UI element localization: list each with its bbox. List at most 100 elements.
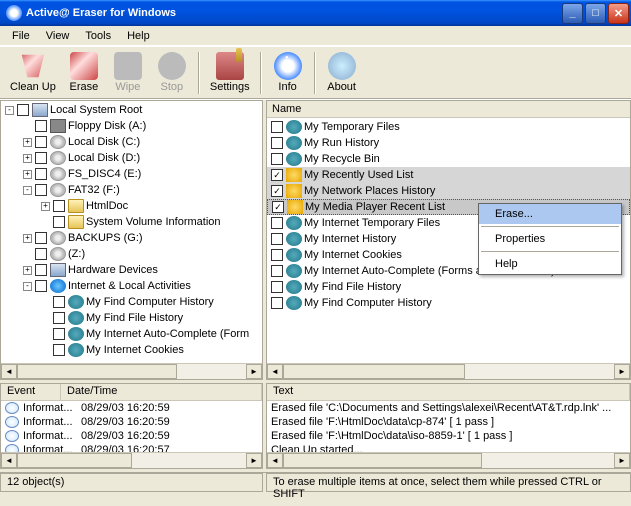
scrollbar-horizontal[interactable]: ◄► bbox=[267, 452, 630, 468]
log-row[interactable]: Erased file 'F:\HtmlDoc\data\iso-8859-1'… bbox=[267, 429, 630, 443]
expand-toggle[interactable]: + bbox=[23, 154, 32, 163]
log-row[interactable]: Informat...08/29/03 16:20:59 bbox=[1, 429, 262, 443]
log-left-list[interactable]: Informat...08/29/03 16:20:59Informat...0… bbox=[1, 401, 262, 452]
separator bbox=[260, 52, 262, 94]
tree-node[interactable]: My Find Computer History bbox=[1, 294, 262, 310]
about-button[interactable]: About bbox=[320, 50, 364, 95]
maximize-button[interactable]: □ bbox=[585, 3, 606, 24]
log-row[interactable]: Clean Up started... bbox=[267, 443, 630, 452]
expand-toggle[interactable]: + bbox=[23, 266, 32, 275]
checkbox[interactable] bbox=[53, 312, 65, 324]
checkbox[interactable] bbox=[53, 216, 65, 228]
checkbox[interactable] bbox=[35, 264, 47, 276]
cleanup-button[interactable]: Clean Up bbox=[4, 50, 62, 95]
checkbox[interactable] bbox=[35, 136, 47, 148]
list-row[interactable]: My Run History bbox=[267, 135, 630, 151]
log-row[interactable]: Informat...08/29/03 16:20:57 bbox=[1, 443, 262, 452]
tree-node[interactable]: +Local Disk (C:) bbox=[1, 134, 262, 150]
info-button[interactable]: Info bbox=[266, 50, 310, 95]
expand-toggle[interactable]: + bbox=[23, 234, 32, 243]
checkbox[interactable] bbox=[35, 248, 47, 260]
checkbox[interactable] bbox=[271, 169, 283, 181]
expand-toggle[interactable]: + bbox=[23, 170, 32, 179]
erase-button[interactable]: Erase bbox=[62, 50, 106, 95]
list-row[interactable]: My Network Places History bbox=[267, 183, 630, 199]
list-row[interactable]: My Find File History bbox=[267, 279, 630, 295]
minimize-button[interactable]: _ bbox=[562, 3, 583, 24]
tree-node[interactable]: My Find File History bbox=[1, 310, 262, 326]
log-header-text[interactable]: Text bbox=[267, 384, 630, 400]
checkbox[interactable] bbox=[17, 104, 29, 116]
checkbox[interactable] bbox=[35, 168, 47, 180]
tree-node[interactable]: System Volume Information bbox=[1, 214, 262, 230]
scrollbar-horizontal[interactable]: ◄► bbox=[267, 363, 630, 379]
checkbox[interactable] bbox=[271, 153, 283, 165]
checkbox[interactable] bbox=[53, 344, 65, 356]
separator bbox=[481, 251, 619, 252]
tree-node[interactable]: +FS_DISC4 (E:) bbox=[1, 166, 262, 182]
checkbox[interactable] bbox=[35, 280, 47, 292]
tree-node[interactable]: +Local Disk (D:) bbox=[1, 150, 262, 166]
log-text: Clean Up started... bbox=[271, 444, 363, 452]
scrollbar-horizontal[interactable]: ◄► bbox=[1, 452, 262, 468]
stop-button[interactable]: Stop bbox=[150, 50, 194, 95]
log-header-event[interactable]: Event bbox=[1, 384, 61, 400]
list-row[interactable]: My Find Computer History bbox=[267, 295, 630, 311]
tree-node[interactable]: -Internet & Local Activities bbox=[1, 278, 262, 294]
checkbox[interactable] bbox=[35, 232, 47, 244]
log-row[interactable]: Erased file 'F:\HtmlDoc\data\cp-874' [ 1… bbox=[267, 415, 630, 429]
tree-node[interactable]: My Internet Cookies bbox=[1, 342, 262, 358]
checkbox[interactable] bbox=[271, 217, 283, 229]
log-header-datetime[interactable]: Date/Time bbox=[61, 384, 262, 400]
expand-toggle[interactable]: - bbox=[23, 282, 32, 291]
tree-node[interactable]: -Local System Root bbox=[1, 102, 262, 118]
wipe-button[interactable]: Wipe bbox=[106, 50, 150, 95]
expand-toggle[interactable]: - bbox=[5, 106, 14, 115]
tree-node[interactable]: Floppy Disk (A:) bbox=[1, 118, 262, 134]
scrollbar-horizontal[interactable]: ◄► bbox=[1, 363, 262, 379]
tree-node[interactable]: My Internet Auto-Complete (Form bbox=[1, 326, 262, 342]
checkbox[interactable] bbox=[272, 201, 284, 213]
tree-node[interactable]: +BACKUPS (G:) bbox=[1, 230, 262, 246]
expand-toggle[interactable]: + bbox=[23, 138, 32, 147]
checkbox[interactable] bbox=[271, 265, 283, 277]
checkbox[interactable] bbox=[271, 185, 283, 197]
menu-tools[interactable]: Tools bbox=[77, 28, 119, 44]
log-row[interactable]: Erased file 'C:\Documents and Settings\a… bbox=[267, 401, 630, 415]
checkbox[interactable] bbox=[53, 328, 65, 340]
expand-toggle[interactable]: - bbox=[23, 186, 32, 195]
close-button[interactable]: ✕ bbox=[608, 3, 629, 24]
menu-view[interactable]: View bbox=[38, 28, 78, 44]
log-row[interactable]: Informat...08/29/03 16:20:59 bbox=[1, 415, 262, 429]
tree-node[interactable]: +HtmlDoc bbox=[1, 198, 262, 214]
checkbox[interactable] bbox=[53, 200, 65, 212]
checkbox[interactable] bbox=[271, 121, 283, 133]
checkbox[interactable] bbox=[271, 281, 283, 293]
tree-node[interactable]: -FAT32 (F:) bbox=[1, 182, 262, 198]
menu-file[interactable]: File bbox=[4, 28, 38, 44]
menu-help[interactable]: Help bbox=[119, 28, 158, 44]
checkbox[interactable] bbox=[271, 137, 283, 149]
log-row[interactable]: Informat...08/29/03 16:20:59 bbox=[1, 401, 262, 415]
settings-button[interactable]: Settings bbox=[204, 50, 256, 95]
checkbox[interactable] bbox=[35, 184, 47, 196]
expand-toggle[interactable]: + bbox=[41, 202, 50, 211]
log-right-list[interactable]: Erased file 'C:\Documents and Settings\a… bbox=[267, 401, 630, 452]
checkbox[interactable] bbox=[35, 152, 47, 164]
tree-node[interactable]: (Z:) bbox=[1, 246, 262, 262]
list-header-name[interactable]: Name bbox=[267, 101, 630, 118]
checkbox[interactable] bbox=[271, 249, 283, 261]
list-row[interactable]: My Recycle Bin bbox=[267, 151, 630, 167]
checkbox[interactable] bbox=[53, 296, 65, 308]
ctx-help[interactable]: Help bbox=[479, 254, 621, 274]
ctx-erase[interactable]: Erase... bbox=[479, 204, 621, 224]
ie-icon bbox=[286, 296, 302, 310]
list-row[interactable]: My Recently Used List bbox=[267, 167, 630, 183]
checkbox[interactable] bbox=[35, 120, 47, 132]
checkbox[interactable] bbox=[271, 297, 283, 309]
ctx-properties[interactable]: Properties bbox=[479, 229, 621, 249]
folder-tree[interactable]: -Local System RootFloppy Disk (A:)+Local… bbox=[1, 101, 262, 363]
list-row[interactable]: My Temporary Files bbox=[267, 119, 630, 135]
checkbox[interactable] bbox=[271, 233, 283, 245]
tree-node[interactable]: +Hardware Devices bbox=[1, 262, 262, 278]
